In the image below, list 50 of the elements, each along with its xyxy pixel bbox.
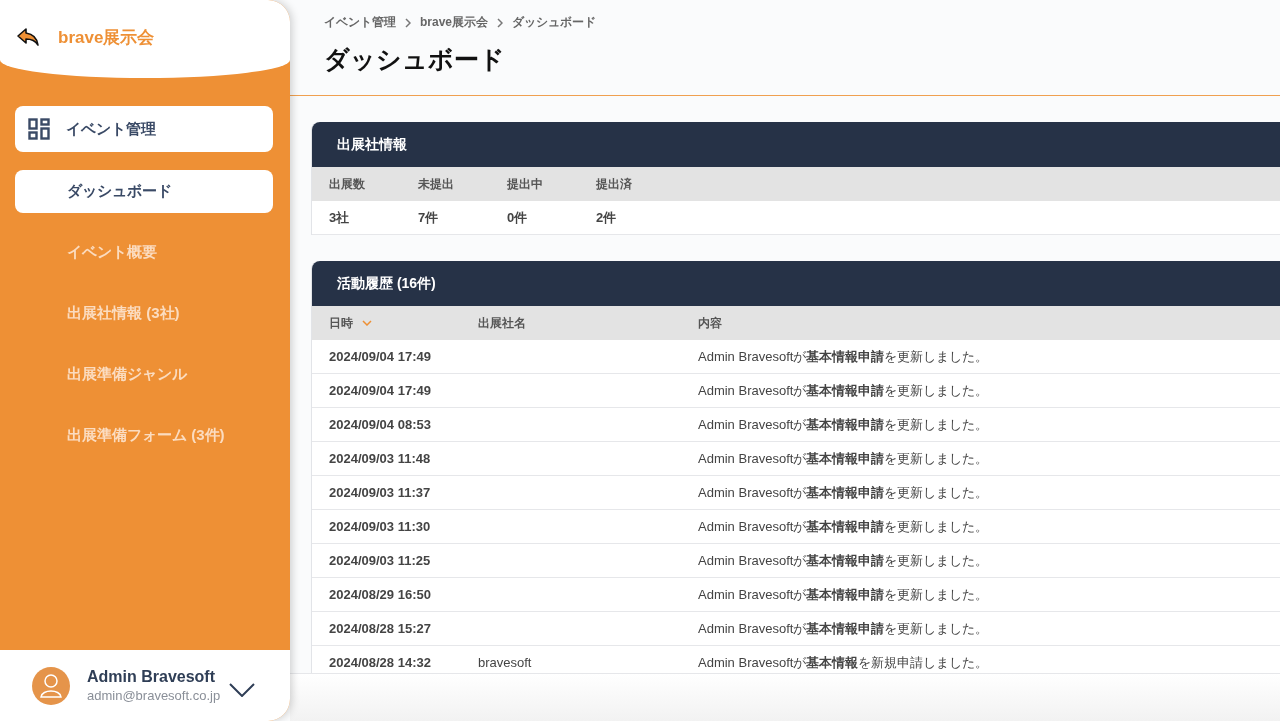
- grid-icon: [28, 118, 50, 140]
- nav-group-item[interactable]: イベント管理: [15, 106, 273, 152]
- table-cell-text: bravesoft: [478, 655, 533, 670]
- table-cell-text: 2024/09/03 11:48: [329, 451, 432, 466]
- column-header: 提出済: [596, 175, 633, 193]
- table-cell-text: Admin Bravesoftが基本情報を新規申請しました。: [698, 653, 990, 672]
- table-cell-text: Admin Bravesoftが基本情報申請を更新しました。: [698, 415, 990, 434]
- table-cell-text: 0件: [507, 208, 529, 227]
- table-cell-text: Admin Bravesoftが基本情報申請を更新しました。: [698, 449, 990, 468]
- table-cell-text: Admin Bravesoftが基本情報申請を更新しました。: [698, 381, 990, 400]
- avatar-icon: [32, 666, 70, 705]
- nav-group-label: イベント管理: [66, 119, 156, 139]
- user-name: Admin Bravesoft: [87, 668, 217, 686]
- breadcrumb-link[interactable]: brave展示会: [420, 14, 489, 31]
- breadcrumb-link[interactable]: イベント管理: [324, 14, 396, 31]
- column-header: 出展社名: [478, 314, 526, 332]
- table-cell-text: Admin Bravesoftが基本情報申請を更新しました。: [698, 347, 990, 366]
- column-header: 内容: [698, 314, 722, 332]
- table-cell-text: 2024/09/03 11:37: [329, 485, 432, 500]
- column-header: 未提出: [418, 175, 455, 193]
- card-title: 出展社情報: [312, 122, 1280, 167]
- column-header[interactable]: 日時: [329, 314, 353, 332]
- table-cell-text: Admin Bravesoftが基本情報申請を更新しました。: [698, 483, 990, 502]
- table-cell-text: Admin Bravesoftが基本情報申請を更新しました。: [698, 517, 990, 536]
- table-cell-text: 7件: [418, 208, 440, 227]
- chevron-right-icon: [405, 17, 411, 28]
- user-panel[interactable]: Admin Bravesoft admin@bravesoft.co.jp: [0, 650, 290, 721]
- table-cell-text: 2024/08/29 16:50: [329, 587, 432, 602]
- table-cell-text: Admin Bravesoftが基本情報申請を更新しました。: [698, 551, 990, 570]
- table-cell-text: 2024/09/04 17:49: [329, 349, 432, 364]
- column-header: 提出中: [507, 175, 544, 193]
- chevron-right-icon: [497, 17, 504, 28]
- table-cell-text: 3社: [329, 208, 351, 227]
- nav-item[interactable]: ダッシュボード: [15, 170, 273, 213]
- table-cell-text: 2件: [596, 208, 618, 227]
- event-name: brave展示会: [58, 26, 155, 49]
- table-cell-text: 2024/08/28 14:32: [329, 655, 432, 670]
- chevron-down-icon[interactable]: [229, 682, 256, 697]
- page-title: ダッシュボード: [324, 44, 506, 75]
- table-cell-text: Admin Bravesoftが基本情報申請を更新しました。: [698, 585, 990, 604]
- card-title: 活動履歴 (16件): [312, 261, 1280, 306]
- table-cell-text: 2024/08/28 15:27: [329, 621, 432, 636]
- table-cell-text: 2024/09/04 08:53: [329, 417, 432, 432]
- table-cell-text: 2024/09/03 11:25: [329, 553, 432, 568]
- table-cell-text: 2024/09/04 17:49: [329, 383, 432, 398]
- table-cell-text: Admin Bravesoftが基本情報申請を更新しました。: [698, 619, 990, 638]
- column-header: 出展数: [329, 175, 366, 193]
- table-cell-text: 2024/09/03 11:30: [329, 519, 432, 534]
- back-arrow-icon[interactable]: [16, 27, 40, 47]
- user-email: admin@bravesoft.co.jp: [87, 688, 221, 703]
